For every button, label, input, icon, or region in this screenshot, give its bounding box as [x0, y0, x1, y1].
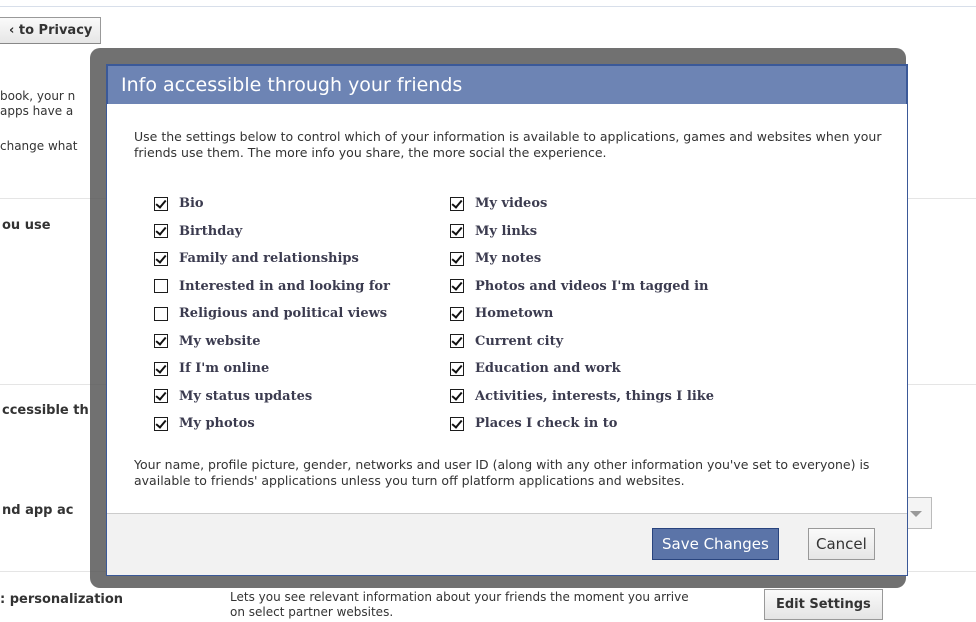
option-label: Activities, interests, things I like [475, 388, 715, 404]
option-label: Photos and videos I'm tagged in [475, 278, 709, 294]
checkbox[interactable] [154, 306, 168, 321]
option-links[interactable]: My links [450, 218, 714, 246]
section-title-personalization: : personalization [0, 592, 124, 607]
option-religious-political[interactable]: Religious and political views [154, 300, 390, 328]
option-label: Birthday [179, 223, 243, 239]
options-column-left: Bio Birthday Family and relationships In… [154, 190, 390, 438]
checkbox[interactable] [450, 279, 464, 294]
option-birthday[interactable]: Birthday [154, 218, 390, 246]
option-label: My videos [475, 196, 548, 212]
intro-text-line: book, your n [0, 89, 76, 103]
checkbox[interactable] [154, 224, 168, 239]
option-label: Family and relationships [179, 251, 359, 267]
option-label: If I'm online [179, 361, 270, 377]
section-title-accessible: ccessible th [2, 403, 89, 418]
checkbox[interactable] [154, 279, 168, 294]
option-label: Hometown [475, 306, 554, 322]
option-bio[interactable]: Bio [154, 190, 390, 218]
option-website[interactable]: My website [154, 328, 390, 356]
cancel-button[interactable]: Cancel [808, 528, 875, 560]
checkbox[interactable] [154, 416, 168, 431]
checkbox[interactable] [450, 389, 464, 404]
option-label: Interested in and looking for [179, 278, 390, 294]
checkbox[interactable] [154, 361, 168, 376]
option-label: Education and work [475, 361, 621, 377]
edit-settings-button[interactable]: Edit Settings [764, 589, 883, 620]
chevron-down-icon [910, 511, 922, 517]
back-to-privacy-button[interactable]: ‹ to Privacy [0, 17, 102, 44]
option-education-work[interactable]: Education and work [450, 355, 714, 383]
option-interested-in[interactable]: Interested in and looking for [154, 273, 390, 301]
section-title-apps: ou use [2, 218, 51, 233]
option-current-city[interactable]: Current city [450, 328, 714, 356]
checkbox[interactable] [450, 361, 464, 376]
checkbox[interactable] [154, 251, 168, 266]
dialog-footer: Save Changes Cancel [107, 513, 907, 575]
checkbox[interactable] [450, 224, 464, 239]
option-label: Current city [475, 333, 564, 349]
option-photos[interactable]: My photos [154, 410, 390, 438]
checkbox[interactable] [450, 416, 464, 431]
checkbox[interactable] [450, 306, 464, 321]
intro-text-line: change what [0, 139, 78, 153]
option-label: Bio [179, 196, 204, 212]
checkbox[interactable] [154, 334, 168, 349]
option-label: Places I check in to [475, 416, 618, 432]
checkbox[interactable] [154, 389, 168, 404]
intro-text-line: apps have a [0, 104, 74, 118]
option-activities-interests[interactable]: Activities, interests, things I like [450, 383, 714, 411]
option-label: Religious and political views [179, 306, 388, 322]
save-changes-button[interactable]: Save Changes [652, 528, 779, 560]
checkbox[interactable] [450, 334, 464, 349]
option-label: My status updates [179, 388, 313, 404]
checkbox[interactable] [450, 251, 464, 266]
dialog-note: Your name, profile picture, gender, netw… [134, 457, 870, 488]
option-notes[interactable]: My notes [450, 245, 714, 273]
friends-info-dialog: Info accessible through your friends Use… [106, 64, 908, 576]
dialog-title: Info accessible through your friends [107, 65, 907, 104]
option-places[interactable]: Places I check in to [450, 410, 714, 438]
option-tagged-media[interactable]: Photos and videos I'm tagged in [450, 273, 714, 301]
checkbox[interactable] [154, 196, 168, 211]
option-label: My links [475, 223, 538, 239]
option-status-updates[interactable]: My status updates [154, 383, 390, 411]
option-hometown[interactable]: Hometown [450, 300, 714, 328]
personalization-description: Lets you see relevant information about … [230, 590, 689, 619]
options-column-right: My videos My links My notes Photos and v… [450, 190, 714, 438]
option-label: My photos [179, 416, 255, 432]
option-videos[interactable]: My videos [450, 190, 714, 218]
option-label: My notes [475, 251, 542, 267]
option-label: My website [179, 333, 261, 349]
option-family[interactable]: Family and relationships [154, 245, 390, 273]
dialog-description: Use the settings below to control which … [134, 129, 882, 160]
checkbox[interactable] [450, 196, 464, 211]
top-divider [0, 6, 976, 7]
option-online[interactable]: If I'm online [154, 355, 390, 383]
section-title-app-activity: nd app ac [2, 503, 74, 518]
